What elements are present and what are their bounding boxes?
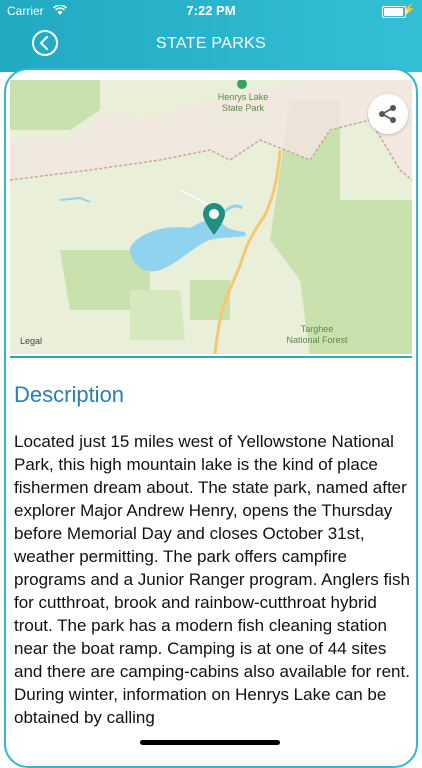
- map-park-label: Henrys Lake State Park: [217, 92, 269, 113]
- description-heading: Description: [14, 382, 125, 407]
- clock: 7:22 PM: [186, 3, 236, 18]
- app-header: Carrier 7:22 PM ⚡ STATE PARKS: [0, 0, 422, 72]
- share-icon: [379, 105, 396, 123]
- location-pin-icon[interactable]: [202, 202, 226, 241]
- section-divider: [10, 356, 412, 358]
- home-indicator[interactable]: [140, 740, 280, 745]
- share-button[interactable]: [368, 94, 408, 134]
- park-card: Henrys Lake State Park Targhee National …: [4, 68, 418, 768]
- park-map[interactable]: Henrys Lake State Park Targhee National …: [10, 80, 412, 354]
- status-bar: Carrier 7:22 PM ⚡: [0, 0, 422, 22]
- charging-icon: ⚡: [402, 4, 416, 16]
- description-body: Located just 15 miles west of Yellowston…: [14, 432, 410, 727]
- page-title: STATE PARKS: [156, 35, 266, 52]
- map-forest-label: Targhee National Forest: [286, 324, 348, 345]
- map-legal-link[interactable]: Legal: [20, 336, 42, 346]
